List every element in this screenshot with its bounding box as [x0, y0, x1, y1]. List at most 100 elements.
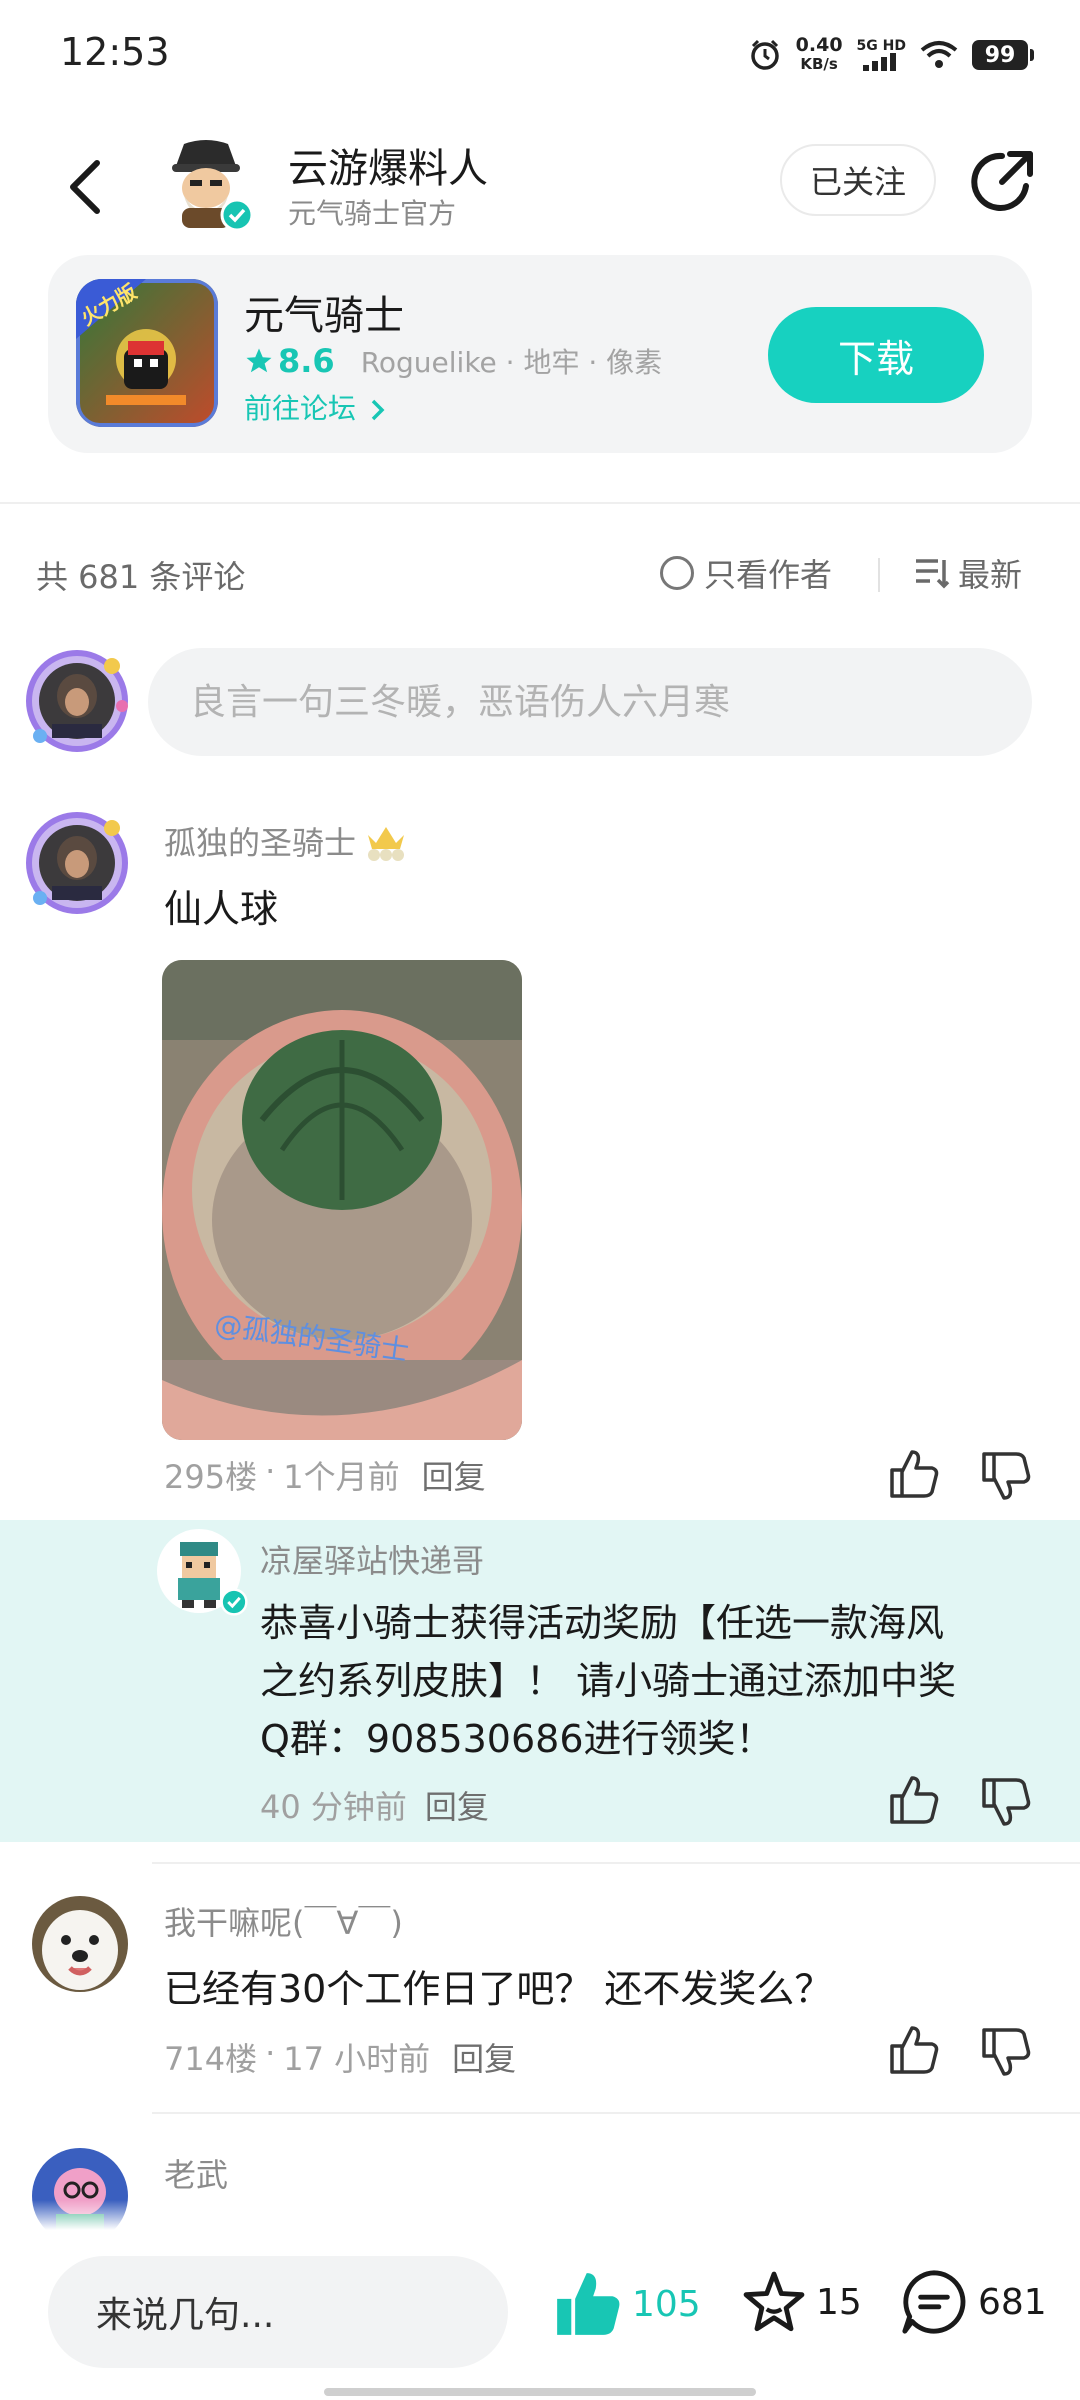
bottom-comment-input[interactable]: 来说几句... — [48, 2256, 508, 2368]
author-avatar[interactable] — [162, 136, 254, 232]
chevron-right-icon — [371, 399, 385, 421]
status-icons: 0.40 KB/s 5G HD 99 — [748, 32, 1034, 78]
comment-meta: 714楼 · 17 小时前 回复 — [164, 2034, 516, 2080]
status-time: 12:53 — [60, 30, 170, 74]
download-button[interactable]: 下载 — [768, 307, 984, 403]
thumb-down-icon[interactable] — [978, 2024, 1034, 2080]
reply-button[interactable]: 回复 — [452, 2034, 516, 2080]
favorite-count: 15 — [816, 2281, 862, 2323]
game-rating: 8.6 — [244, 342, 335, 380]
game-meta: 8.6 Roguelike · 地牢 · 像素 — [244, 341, 662, 381]
game-name: 元气骑士 — [244, 293, 404, 339]
favorite-button[interactable]: 15 — [740, 2268, 862, 2336]
sort-button[interactable]: 最新 — [914, 550, 1022, 596]
comment-floor: 295楼 — [164, 1458, 258, 1496]
scroll-fade — [0, 2200, 1080, 2230]
commenter-name[interactable]: 老武 — [164, 2150, 228, 2196]
my-avatar[interactable] — [22, 646, 132, 756]
commenter-avatar[interactable] — [22, 808, 132, 918]
dog-avatar-icon — [32, 1896, 128, 1992]
reply-button[interactable]: 回复 — [422, 1452, 486, 1498]
comments-toolbar: 共 681 条评论 只看作者 最新 — [0, 540, 1080, 610]
battery-icon: 99 — [972, 40, 1034, 70]
author-name[interactable]: 云游爆料人 — [288, 136, 488, 194]
only-author-toggle[interactable]: 只看作者 — [660, 550, 832, 596]
reply-author-name[interactable]: 凉屋驿站快递哥 — [260, 1536, 484, 1582]
bottom-action-bar: 来说几句... 105 15 681 — [0, 2230, 1080, 2400]
like-count: 105 — [632, 2283, 701, 2325]
thumb-up-icon[interactable] — [886, 2022, 942, 2078]
thumb-up-icon[interactable] — [886, 1446, 942, 1502]
alarm-icon — [750, 39, 779, 70]
forum-link-label: 前往论坛 — [244, 392, 357, 425]
author-subtitle: 元气骑士官方 — [288, 197, 457, 230]
share-button[interactable] — [966, 146, 1038, 218]
chevron-left-icon — [70, 160, 100, 214]
comment-divider — [152, 2112, 1080, 2114]
like-button[interactable]: 105 — [552, 2268, 701, 2340]
comment-count: 共 681 条评论 — [36, 558, 246, 596]
commenter-name-text: 孤独的圣骑士 — [164, 824, 357, 862]
back-button[interactable] — [50, 142, 120, 232]
user-avatar-icon — [26, 650, 128, 752]
reply-text-line: 恭喜小骑士获得活动奖励【任选一款海风 — [260, 1601, 945, 1645]
comment-total-count: 681 — [978, 2281, 1047, 2323]
game-card[interactable]: 火力版 元气骑士 8.6 Roguelike · 地牢 · 像素 前往论坛 下载 — [48, 255, 1032, 453]
forum-link[interactable]: 前往论坛 — [244, 387, 387, 427]
verified-badge-icon — [220, 198, 254, 232]
comment-input[interactable] — [148, 648, 1032, 756]
wifi-icon — [920, 41, 958, 68]
comment-button[interactable]: 681 — [900, 2268, 1047, 2336]
section-divider — [0, 502, 1080, 504]
commenter-name[interactable]: 我干嘛呢(￣∀￣) — [164, 1898, 403, 1944]
sort-icon — [916, 559, 950, 589]
comment-floor: 714楼 — [164, 2040, 258, 2078]
star-icon — [246, 348, 272, 373]
comment-divider — [152, 1862, 1080, 1864]
cactus-photo — [162, 960, 522, 1440]
comment-meta: 295楼 · 1个月前 回复 — [164, 1452, 486, 1498]
crown-badge-icon — [368, 827, 405, 861]
game-icon: 火力版 — [76, 279, 218, 427]
speed-unit: KB/s — [800, 55, 838, 73]
comment-bubble-icon — [902, 2270, 966, 2334]
comment-time: 1个月前 — [283, 1458, 400, 1496]
meta-dot: · — [265, 1452, 276, 1490]
commenter-name-text: 我干嘛呢(￣∀￣) — [164, 1904, 403, 1942]
follow-button[interactable]: 已关注 — [780, 144, 936, 216]
thumb-down-icon[interactable] — [978, 1774, 1034, 1830]
speed-value: 0.40 — [795, 34, 843, 56]
thumb-up-filled-icon — [557, 2273, 620, 2335]
reply-text: 恭喜小骑士获得活动奖励【任选一款海风 之约系列皮肤】！ 请小骑士通过添加中奖 Q… — [260, 1594, 956, 1768]
comment-image[interactable]: @孤独的圣骑士 — [162, 960, 522, 1440]
post-header: 云游爆料人 元气骑士官方 已关注 — [0, 120, 1080, 250]
verified-badge-icon — [220, 1588, 248, 1616]
radio-circle-icon — [660, 556, 694, 590]
signal-group: 5G HD — [857, 39, 906, 71]
user-avatar-icon — [26, 812, 128, 914]
network-type: 5G HD — [856, 38, 906, 54]
comment-time: 17 小时前 — [283, 2040, 431, 2078]
reply-reply-button[interactable]: 回复 — [425, 1782, 489, 1828]
share-icon — [971, 151, 1033, 211]
commenter-name[interactable]: 孤独的圣骑士 — [164, 818, 408, 864]
reply-time: 40 分钟前 — [260, 1788, 407, 1826]
status-bar: 12:53 0.40 KB/s 5G HD 99 — [0, 0, 1080, 110]
official-reply: 凉屋驿站快递哥 恭喜小骑士获得活动奖励【任选一款海风 之约系列皮肤】！ 请小骑士… — [0, 1520, 1080, 1842]
reply-text-line: 之约系列皮肤】！ 请小骑士通过添加中奖 — [260, 1659, 957, 1703]
commenter-avatar[interactable] — [32, 1896, 128, 1992]
reply-avatar[interactable] — [156, 1528, 248, 1616]
sort-label: 最新 — [958, 556, 1023, 594]
meta-dot: · — [265, 2034, 276, 2072]
home-indicator[interactable] — [324, 2388, 756, 2396]
game-rating-value: 8.6 — [278, 342, 335, 380]
commenter-name-text: 老武 — [164, 2156, 229, 2194]
thumb-down-icon[interactable] — [978, 1448, 1034, 1504]
reply-text-line: Q群：908530686进行领奖！ — [260, 1717, 774, 1761]
reply-meta: 40 分钟前 回复 — [260, 1782, 489, 1828]
network-speed: 0.40 KB/s — [796, 36, 843, 74]
toolbar-separator — [878, 558, 880, 592]
thumb-up-icon[interactable] — [886, 1772, 942, 1828]
signal-icon — [863, 53, 897, 71]
star-outline-icon — [743, 2271, 805, 2332]
